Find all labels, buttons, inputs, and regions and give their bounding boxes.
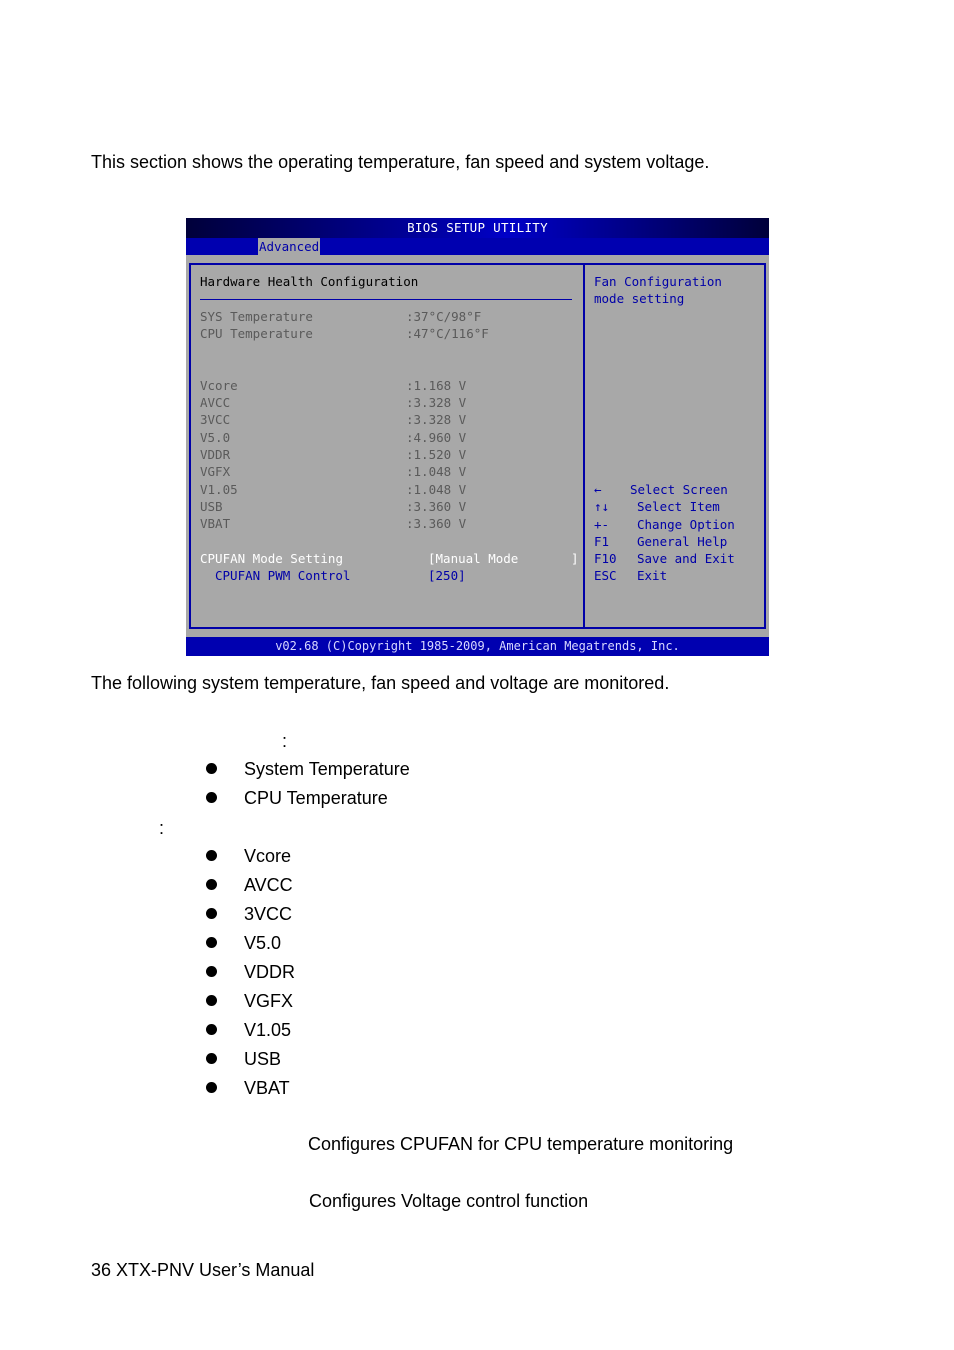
bullet-icon [206, 908, 217, 919]
voltage-value: :3.328 V [406, 395, 467, 410]
list-item-text: VBAT [244, 1078, 290, 1098]
bios-main-frame: Hardware Health Configuration SYS Temper… [189, 263, 766, 629]
setting-cpufan-pwm[interactable]: CPUFAN PWM Control [250] [200, 567, 572, 584]
voltage-value: :1.048 V [406, 464, 467, 479]
list-item-text: CPU Temperature [244, 788, 388, 808]
bios-screenshot: BIOS SETUP UTILITY Advanced Hardware Hea… [186, 218, 769, 656]
setting-value[interactable]: [Manual Mode ] [428, 550, 579, 567]
voltage-heading: : [159, 818, 165, 838]
key-desc: Select Item [637, 499, 720, 514]
key-esc: ESC [594, 568, 617, 583]
voltage-label: 3VCC [200, 412, 231, 427]
key-plus-minus: +- [594, 517, 610, 532]
panel-divider [583, 265, 585, 627]
setting-label: CPUFAN Mode Setting [200, 551, 343, 566]
list-item-text: USB [244, 1049, 282, 1069]
voltage-label: V5.0 [200, 430, 231, 445]
bullet-icon [206, 792, 217, 803]
intro-paragraph: This section shows the operating tempera… [91, 152, 710, 172]
temperature-heading: : [282, 731, 288, 751]
voltage-value: :3.360 V [406, 516, 467, 531]
key-up-down-arrow-icon: ↑↓ [594, 499, 610, 514]
list-item-text: AVCC [244, 875, 293, 895]
list-item-text: V5.0 [244, 933, 282, 953]
voltage-value: :4.960 V [406, 430, 467, 445]
bios-menu-bar: Advanced [186, 238, 769, 255]
voltage-label: VGFX [200, 464, 231, 479]
key-desc: Change Option [637, 517, 735, 532]
temp-label: CPU Temperature [200, 326, 313, 341]
voltage-label: USB [200, 499, 223, 514]
setting-value[interactable]: [250] [428, 567, 466, 584]
help-text-line: mode setting [594, 291, 685, 306]
cpufan-description: Configures CPUFAN for CPU temperature mo… [308, 1134, 734, 1154]
key-left-arrow-icon: ← [594, 482, 602, 497]
voltage-description: Configures Voltage control function [309, 1191, 589, 1211]
list-item-text: V1.05 [244, 1020, 292, 1040]
voltage-value: :1.048 V [406, 482, 467, 497]
list-item-text: VGFX [244, 991, 294, 1011]
list-item-text: System Temperature [244, 759, 410, 779]
voltage-value: :3.328 V [406, 412, 467, 427]
bullet-icon [206, 1024, 217, 1035]
bullet-icon [206, 763, 217, 774]
bullet-icon [206, 850, 217, 861]
bios-title-bar: BIOS SETUP UTILITY [186, 218, 769, 238]
voltage-label: VDDR [200, 447, 231, 462]
temp-label: SYS Temperature [200, 309, 313, 324]
list-item-text: 3VCC [244, 904, 293, 924]
bios-help-panel: Fan Configuration mode setting ← Select … [594, 265, 764, 627]
voltage-value: :1.168 V [406, 378, 467, 393]
key-desc: General Help [637, 534, 728, 549]
bullet-icon [206, 937, 217, 948]
bullet-icon [206, 966, 217, 977]
page-footer: 36 XTX-PNV User’s Manual [91, 1260, 315, 1280]
voltage-label: VBAT [200, 516, 231, 531]
bullet-icon [206, 879, 217, 890]
tab-advanced[interactable]: Advanced [258, 238, 321, 255]
monitored-paragraph: The following system temperature, fan sp… [91, 673, 670, 693]
voltage-label: Vcore [200, 378, 238, 393]
list-item-text: VDDR [244, 962, 296, 982]
bullet-icon [206, 995, 217, 1006]
key-desc: Save and Exit [637, 551, 735, 566]
section-title: Hardware Health Configuration [200, 274, 419, 289]
key-f1: F1 [594, 534, 610, 549]
voltage-value: :1.520 V [406, 447, 467, 462]
key-desc: Select Screen [630, 482, 728, 497]
temp-value: :37°C/98°F [406, 309, 482, 324]
setting-label: CPUFAN PWM Control [215, 568, 351, 583]
voltage-value: :3.360 V [406, 499, 467, 514]
bullet-icon [206, 1053, 217, 1064]
help-text-line: Fan Configuration [594, 274, 722, 289]
section-divider [200, 299, 572, 300]
key-f10: F10 [594, 551, 617, 566]
voltage-label: AVCC [200, 395, 231, 410]
bios-copyright-bar: v02.68 (C)Copyright 1985-2009, American … [186, 637, 769, 656]
setting-cpufan-mode[interactable]: CPUFAN Mode Setting [Manual Mode ] [200, 550, 579, 567]
list-item-text: Vcore [244, 846, 292, 866]
bullet-icon [206, 1082, 217, 1093]
key-desc: Exit [637, 568, 668, 583]
bios-settings-panel: Hardware Health Configuration SYS Temper… [200, 265, 580, 627]
voltage-label: V1.05 [200, 482, 238, 497]
temp-value: :47°C/116°F [406, 326, 489, 341]
